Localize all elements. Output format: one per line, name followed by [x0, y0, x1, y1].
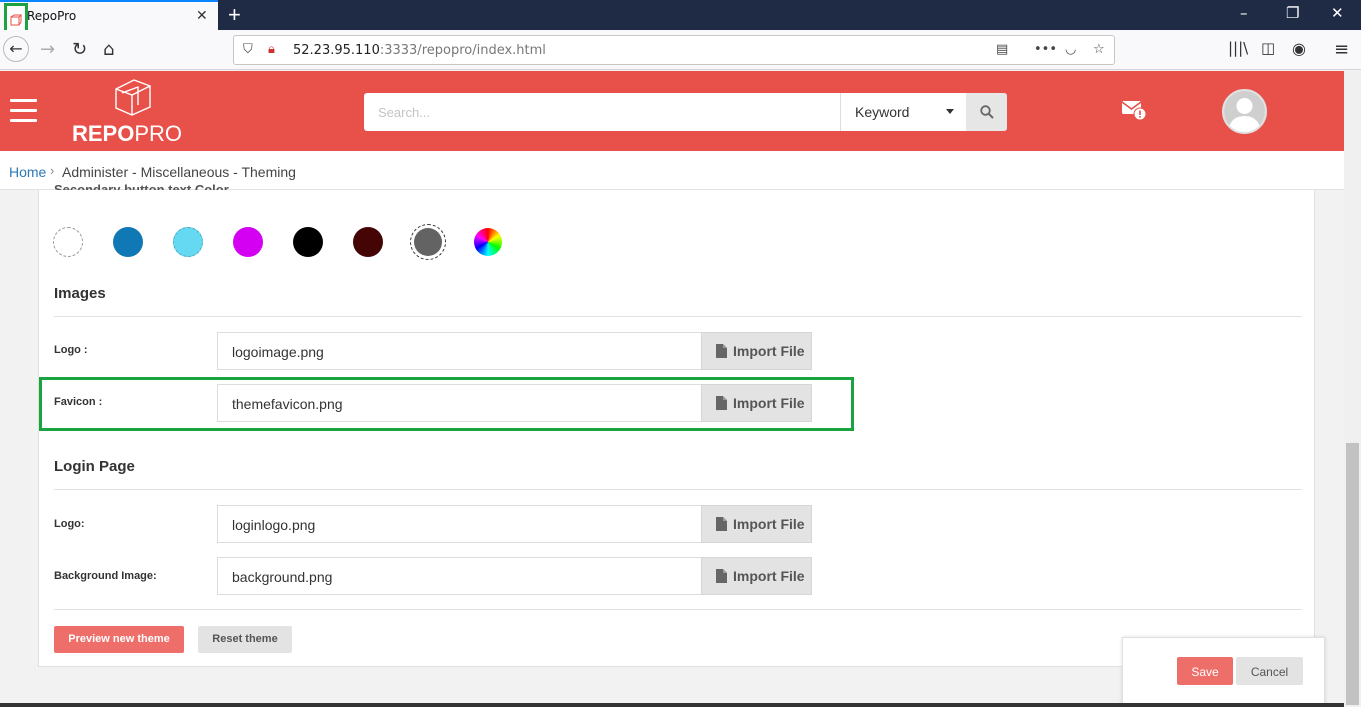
tab-title: RepoPro	[27, 9, 77, 23]
search-type-label: Keyword	[855, 104, 910, 120]
home-icon[interactable]: ⌂	[103, 39, 114, 60]
library-icon[interactable]: |||\	[1228, 39, 1248, 57]
save-panel: Save Cancel	[1122, 637, 1325, 707]
swatch-gray-inner	[414, 228, 442, 256]
reset-theme-button[interactable]: Reset theme	[198, 626, 292, 653]
import-file-label: Import File	[733, 343, 805, 359]
file-icon	[716, 344, 727, 358]
background-image-import-button[interactable]: Import File	[701, 557, 812, 595]
logo-cube-icon	[115, 79, 151, 116]
custom-color-wheel-icon[interactable]	[474, 228, 502, 256]
app-header: REPOPRO Keyword	[0, 71, 1344, 151]
swatch-black[interactable]	[293, 227, 323, 257]
account-icon[interactable]: ◉	[1292, 39, 1306, 58]
browser-tab[interactable]: RepoPro ✕	[0, 0, 218, 36]
login-page-section-title: Login Page	[54, 458, 135, 475]
logo[interactable]: REPOPRO	[72, 121, 182, 147]
import-file-label: Import File	[733, 568, 805, 584]
reload-icon[interactable]: ↻	[72, 39, 87, 60]
search-input[interactable]	[364, 93, 840, 131]
avatar[interactable]	[1222, 89, 1267, 134]
swatch-light-blue[interactable]	[173, 227, 203, 257]
minimize-icon[interactable]: –	[1240, 4, 1248, 22]
window-close-icon[interactable]: ✕	[1331, 4, 1344, 22]
login-logo-import-button[interactable]: Import File	[701, 505, 812, 543]
login-logo-label: Logo:	[54, 518, 85, 530]
favicon-import-button[interactable]: Import File	[701, 384, 812, 422]
divider	[54, 609, 1302, 610]
user-avatar-icon	[1224, 91, 1265, 132]
browser-navbar: ← → ↻ ⌂ ⛉ 🔒︎ 52.23.95.110:3333/repopro/i…	[0, 30, 1361, 70]
bottom-edge	[0, 703, 1344, 707]
insecure-lock-icon[interactable]: 🔒︎	[268, 42, 275, 57]
url-text[interactable]: 52.23.95.110:3333/repopro/index.html	[293, 43, 546, 58]
search-icon	[980, 105, 994, 119]
bookmark-star-icon[interactable]: ☆	[1093, 42, 1105, 57]
swatch-gray-selected[interactable]	[410, 224, 446, 260]
import-file-label: Import File	[733, 516, 805, 532]
logo-file-field[interactable]: logoimage.png	[217, 332, 702, 370]
file-icon	[716, 396, 727, 410]
back-icon[interactable]: ←	[3, 36, 29, 62]
secondary-button-text-color-label: Secondary button text Color	[54, 182, 229, 190]
forward-icon[interactable]: →	[40, 39, 55, 60]
preview-new-theme-button[interactable]: Preview new theme	[54, 626, 184, 653]
save-button[interactable]: Save	[1177, 657, 1233, 685]
hamburger-menu-icon[interactable]	[10, 99, 37, 123]
breadcrumb-home-link[interactable]: Home	[9, 164, 46, 180]
divider	[54, 316, 1302, 317]
login-logo-file-field[interactable]: loginlogo.png	[217, 505, 702, 543]
url-bar[interactable]: ⛉ 🔒︎ 52.23.95.110:3333/repopro/index.htm…	[233, 35, 1115, 65]
divider	[54, 489, 1302, 490]
caret-down-icon	[946, 109, 954, 114]
browser-tab-bar: RepoPro ✕ + – ❐ ✕	[0, 0, 1361, 36]
breadcrumb-current: Administer - Miscellaneous - Theming	[62, 164, 296, 180]
sidebar-icon[interactable]: ◫	[1261, 39, 1275, 57]
new-tab-icon[interactable]: +	[228, 2, 241, 28]
shield-icon[interactable]: ⛉	[243, 42, 253, 57]
restore-icon[interactable]: ❐	[1286, 4, 1299, 22]
more-actions-icon[interactable]: •••	[1034, 42, 1057, 57]
logo-label: Logo :	[54, 344, 88, 356]
tab-close-icon[interactable]: ✕	[196, 7, 208, 24]
background-image-file-field[interactable]: background.png	[217, 557, 702, 595]
notifications-mail-icon[interactable]	[1122, 99, 1148, 121]
search-type-select[interactable]: Keyword	[840, 93, 966, 131]
pocket-icon[interactable]: ◡	[1065, 42, 1076, 57]
logo-import-button[interactable]: Import File	[701, 332, 812, 370]
chevron-right-icon: ›	[50, 163, 55, 178]
menu-icon[interactable]: ≡	[1334, 39, 1349, 60]
favicon-file-field[interactable]: themefavicon.png	[217, 384, 702, 422]
import-file-label: Import File	[733, 395, 805, 411]
cancel-button[interactable]: Cancel	[1236, 657, 1303, 685]
favicon-label: Favicon :	[54, 396, 103, 408]
theming-card: Secondary button text Color Images Logo …	[38, 182, 1315, 667]
file-icon	[716, 569, 727, 583]
search-button[interactable]	[966, 93, 1007, 131]
images-section-title: Images	[54, 285, 106, 302]
swatch-blue[interactable]	[113, 227, 143, 257]
swatch-maroon[interactable]	[353, 227, 383, 257]
search-bar: Keyword	[364, 93, 1007, 131]
reader-view-icon[interactable]: ▤	[996, 42, 1008, 57]
swatch-white[interactable]	[53, 227, 83, 257]
file-icon	[716, 517, 727, 531]
scrollbar-thumb[interactable]	[1346, 443, 1359, 705]
swatch-magenta[interactable]	[233, 227, 263, 257]
background-image-label: Background Image:	[54, 570, 157, 582]
